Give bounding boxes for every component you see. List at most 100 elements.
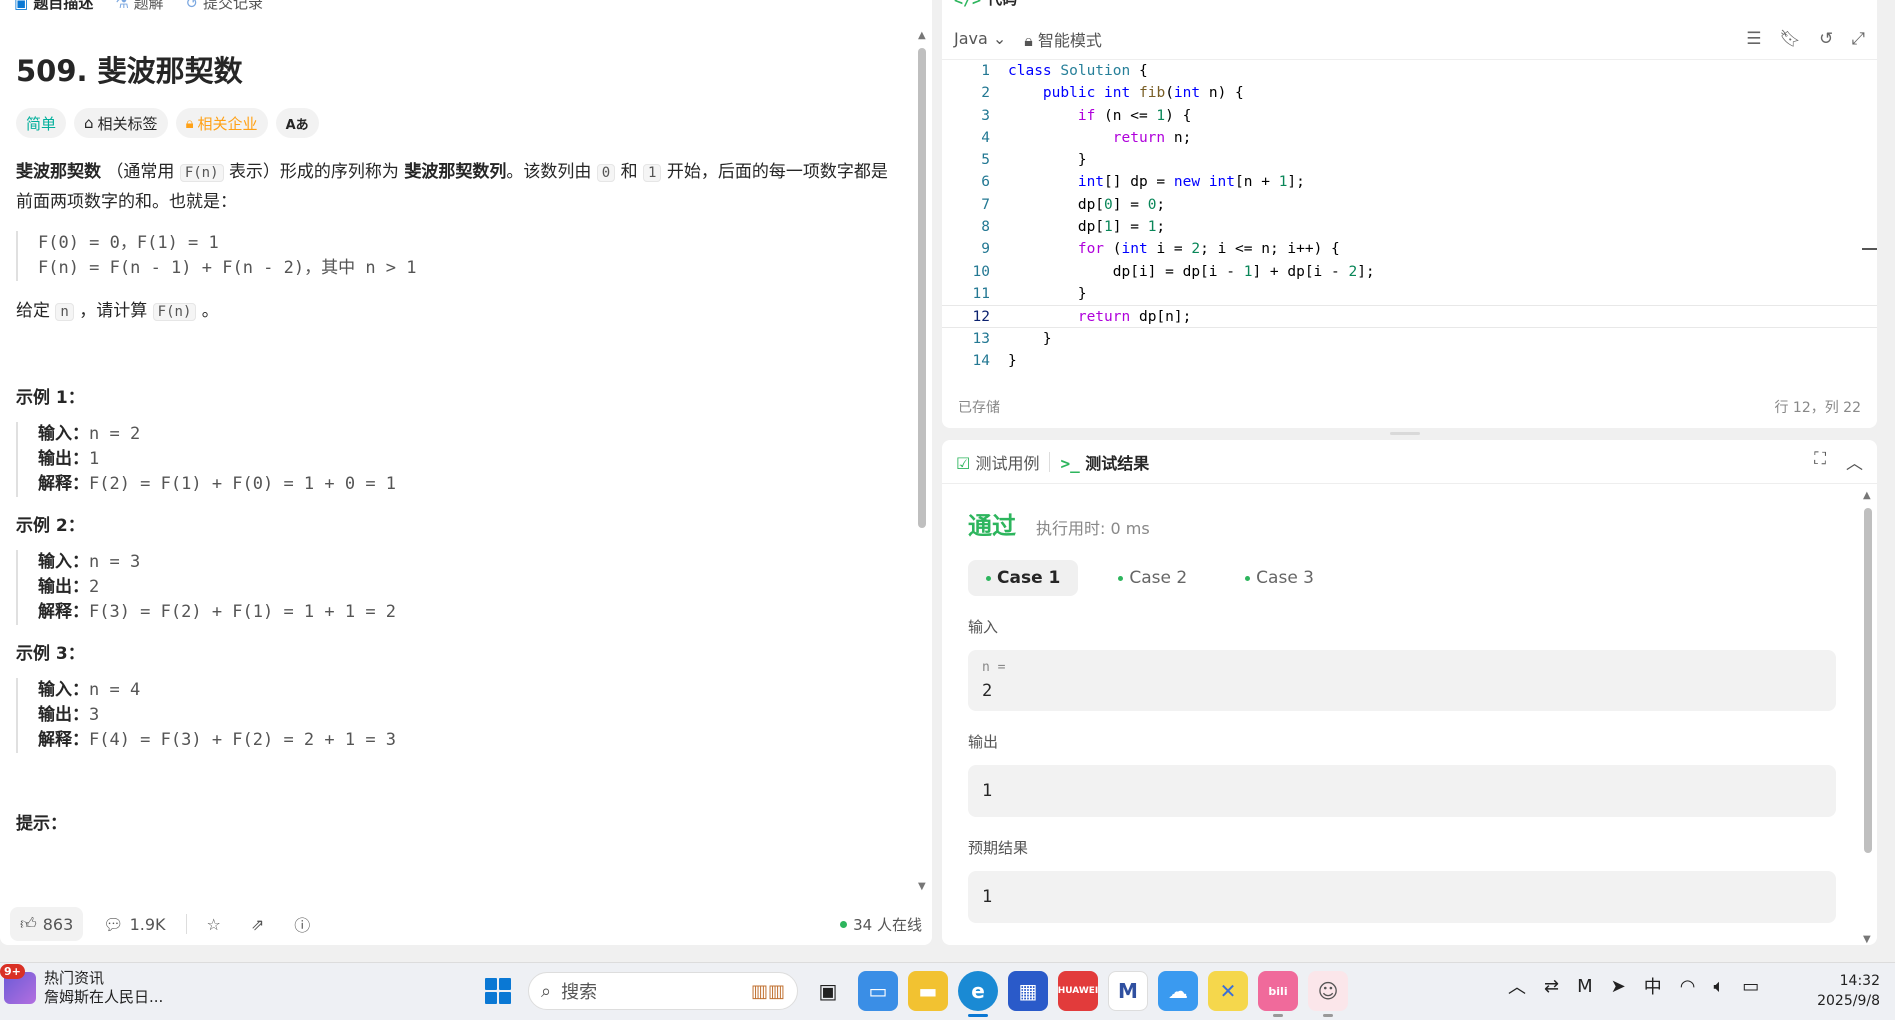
- chevron-up-icon[interactable]: ︿: [1508, 973, 1526, 999]
- task-statement: 给定 n ，请计算 F(n) 。: [16, 301, 219, 321]
- tag-row: 简单 ⌂ 相关标签 🔒︎ 相关企业 Aあ: [16, 108, 904, 138]
- example-block: 输入：n = 4 输出：3 解释：F(4) = F(3) + F(2) = 2 …: [16, 678, 904, 753]
- code-line: 2 public int fib(int n) {: [981, 85, 1244, 102]
- scroll-down-icon[interactable]: ▼: [918, 881, 926, 892]
- taskbar-apps: ⌕ 搜索 ▥▥ ▣ ▭ ▬ e ▦ HUAWEI M ☁ ✕ bili ☺: [478, 971, 1348, 1017]
- editor-tools: ☰ 🔖︎ ↺ ⤢: [1746, 29, 1865, 49]
- fullscreen-icon[interactable]: ⛶: [1814, 449, 1826, 474]
- notes-app-icon[interactable]: M: [1108, 971, 1148, 1011]
- news-title: 热门资讯: [44, 969, 105, 987]
- like-button[interactable]: 👍︎ 863: [10, 907, 84, 941]
- file-explorer-icon[interactable]: ▬: [908, 971, 948, 1011]
- volume-muted-icon[interactable]: 🔈︎: [1713, 976, 1724, 997]
- avatar-app-icon[interactable]: ☺: [1308, 971, 1348, 1017]
- code-icon: </>: [954, 0, 982, 9]
- related-tags-button[interactable]: ⌂ 相关标签: [74, 108, 168, 138]
- code-panel: </> 代码 Java ⌄ 🔒︎ 智能模式 ☰ 🔖︎ ↺ ⤢ 1class So…: [942, 0, 1877, 428]
- lock-icon: 🔒︎: [1024, 30, 1033, 50]
- font-settings-button[interactable]: Aあ: [275, 108, 319, 138]
- collapse-icon[interactable]: ︿: [1846, 449, 1863, 474]
- tab-submissions[interactable]: ↺ 提交记录: [186, 0, 263, 13]
- inline-code: 0: [596, 164, 616, 182]
- cloud-drive-icon[interactable]: ☁: [1158, 971, 1198, 1011]
- expected-label: 预期结果: [968, 839, 1029, 857]
- remote-desktop-icon[interactable]: ▭: [858, 971, 898, 1011]
- example-title: 示例 1：: [16, 388, 85, 408]
- store-icon[interactable]: ▦: [1008, 971, 1048, 1011]
- output-box: 1: [968, 765, 1836, 817]
- pass-dot-icon: [1118, 575, 1124, 581]
- smart-mode-toggle[interactable]: 🔒︎ 智能模式: [1024, 27, 1102, 51]
- problem-panel: ▣ 题目描述 ⚗ 题解 ↺ 提交记录 509. 斐波那契数 简单 ⌂ 相关标签 …: [0, 0, 932, 945]
- inline-code: 1: [643, 164, 662, 182]
- bilibili-icon[interactable]: bili: [1258, 971, 1298, 1017]
- result-scrollbar[interactable]: ▲ ▼: [1863, 490, 1873, 945]
- clock[interactable]: 14:32 2025/9/8: [1800, 971, 1880, 1011]
- favorite-button[interactable]: ☆: [197, 907, 231, 941]
- code-toolbar: Java ⌄ 🔒︎ 智能模式 ☰ 🔖︎ ↺ ⤢: [942, 18, 1877, 60]
- scroll-up-icon[interactable]: ▲: [1863, 490, 1871, 501]
- scroll-up-icon[interactable]: ▲: [918, 30, 926, 41]
- windows-start-icon[interactable]: [478, 971, 518, 1011]
- pass-dot-icon: [1245, 575, 1251, 581]
- date: 2025/9/8: [1817, 993, 1880, 1009]
- wifi-icon[interactable]: ◠: [1680, 976, 1696, 997]
- example-title: 示例 3：: [16, 644, 85, 664]
- expand-icon[interactable]: ⤢: [1851, 29, 1865, 49]
- terminal-icon: >_: [1060, 453, 1080, 473]
- share-button[interactable]: ⇗: [241, 907, 274, 941]
- comments-button[interactable]: 💬︎ 1.9K: [93, 907, 175, 941]
- case-tab-3[interactable]: Case 3: [1227, 560, 1332, 596]
- related-companies-button[interactable]: 🔒︎ 相关企业: [175, 108, 268, 138]
- news-subtitle: 詹姆斯在人民日...: [44, 988, 164, 1006]
- scrollbar-thumb[interactable]: [918, 48, 926, 528]
- edge-browser-icon[interactable]: e: [958, 971, 998, 1017]
- code-line: 5 }: [981, 152, 1087, 169]
- runtime: 执行用时: 0 ms: [1036, 519, 1150, 538]
- chevron-down-icon: ⌄: [992, 29, 1007, 48]
- code-editor[interactable]: 1 class Solution { 2 public int fib(int n…: [942, 60, 1877, 376]
- taskbar-search[interactable]: ⌕ 搜索 ▥▥: [528, 972, 798, 1010]
- tab-description[interactable]: ▣ 题目描述: [14, 0, 93, 13]
- difficulty-badge[interactable]: 简单: [16, 108, 67, 138]
- news-widget[interactable]: 9+ 热门资讯 詹姆斯在人民日...: [0, 964, 164, 1007]
- format-icon[interactable]: ☰: [1746, 29, 1761, 49]
- code-line: 10 dp[i] = dp[i - 1] + dp[i - 2];: [972, 263, 1375, 280]
- problem-scrollbar[interactable]: ▲ ▼: [918, 30, 926, 892]
- problem-footer: 👍︎ 863 💬︎ 1.9K ☆ ⇗ ⓘ 34 人在线: [0, 903, 932, 945]
- input-label: 输入: [968, 618, 999, 636]
- code-line: 8 dp[1] = 1;: [981, 219, 1166, 236]
- example-block: 输入：n = 2 输出：1 解释：F(2) = F(1) + F(0) = 1 …: [16, 422, 904, 497]
- online-dot-icon: [840, 920, 848, 928]
- reset-icon[interactable]: ↺: [1819, 29, 1833, 49]
- task-view-icon[interactable]: ▣: [808, 971, 848, 1011]
- case-tab-2[interactable]: Case 2: [1100, 560, 1205, 596]
- input-method-indicator[interactable]: 中: [1644, 973, 1662, 999]
- panel-splitter[interactable]: [1390, 432, 1420, 435]
- result-content: 通过 执行用时: 0 ms Case 1 Case 2 Case 3 输入 n …: [942, 484, 1862, 945]
- example-2: 示例 2： 输入：n = 3 输出：2 解释：F(3) = F(2) + F(1…: [16, 511, 904, 625]
- language-select[interactable]: Java ⌄: [954, 29, 1006, 48]
- huawei-appgallery-icon[interactable]: HUAWEI: [1058, 971, 1098, 1011]
- bookmark-icon[interactable]: 🔖︎: [1780, 29, 1802, 49]
- tab-testcases[interactable]: ☑ 测试用例: [956, 450, 1039, 474]
- example-3: 示例 3： 输入：n = 4 输出：3 解释：F(4) = F(3) + F(2…: [16, 639, 904, 753]
- battery-icon[interactable]: ▭: [1742, 976, 1759, 997]
- inline-code: n: [55, 303, 74, 321]
- settings-toggle-icon[interactable]: ⇄: [1544, 976, 1559, 997]
- cursor-position: 行 12，列 22: [1774, 400, 1861, 416]
- expected-box: 1: [968, 871, 1836, 923]
- send-icon[interactable]: ➤: [1611, 976, 1626, 997]
- tab-code[interactable]: 代码: [987, 0, 1017, 9]
- scrollbar-thumb[interactable]: [1864, 508, 1872, 853]
- news-badge: 9+: [0, 964, 25, 979]
- tab-test-result[interactable]: >_ 测试结果: [1060, 450, 1149, 474]
- code-line: 9 for (int i = 2; i <= n; i++) {: [981, 241, 1340, 258]
- notes-tray-icon[interactable]: M: [1577, 976, 1593, 997]
- tab-solutions[interactable]: ⚗ 题解: [115, 0, 163, 13]
- help-button[interactable]: ⓘ: [284, 907, 320, 941]
- scroll-down-icon[interactable]: ▼: [1863, 934, 1871, 945]
- case-tab-1[interactable]: Case 1: [968, 560, 1079, 596]
- tools-app-icon[interactable]: ✕: [1208, 971, 1248, 1011]
- saved-status: 已存储: [958, 400, 1000, 416]
